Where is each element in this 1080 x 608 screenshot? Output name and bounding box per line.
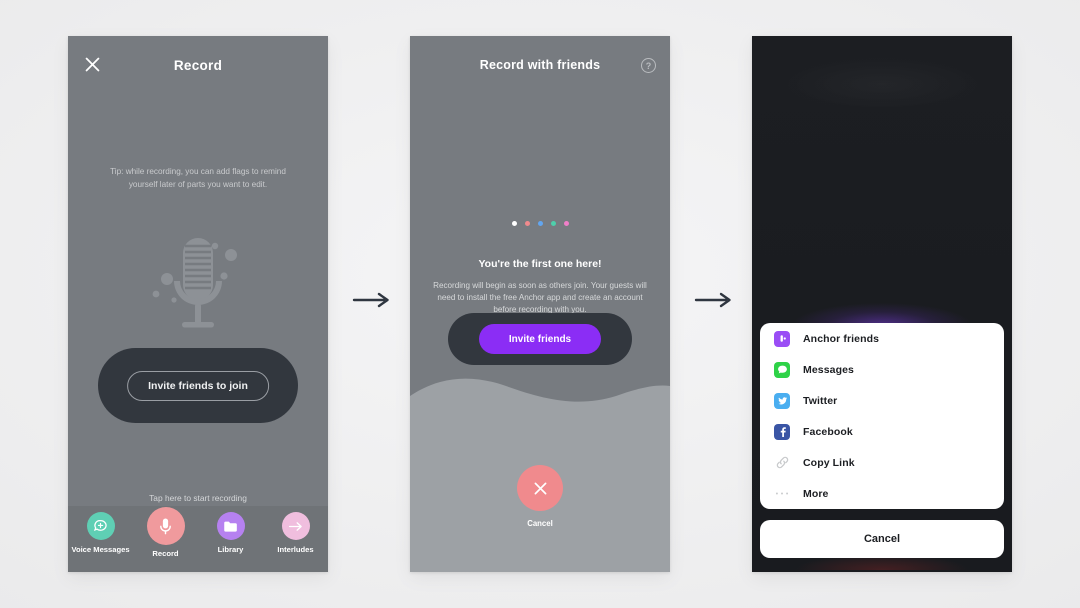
start-recording-hint: Tap here to start recording: [149, 493, 247, 503]
microphone-icon: [146, 507, 185, 545]
share-item-label: Messages: [803, 363, 854, 376]
participant-dot: [524, 221, 530, 226]
tab-record[interactable]: Record: [133, 507, 198, 558]
participant-dot: [511, 221, 517, 226]
participant-dots: [410, 221, 670, 226]
help-icon-label: ?: [645, 60, 652, 71]
invite-card: Invite friends: [448, 313, 632, 365]
share-item-messages[interactable]: Messages: [760, 354, 1004, 385]
tab-interludes[interactable]: Interludes: [263, 512, 328, 554]
share-sheet: Anchor friends Messages Twitter Facebook…: [760, 323, 1004, 509]
share-item-label: Copy Link: [803, 456, 855, 469]
participant-dot: [563, 221, 569, 226]
messages-icon: [774, 361, 790, 378]
screenshot-stage: Record Tip: while recording, you can add…: [0, 0, 1080, 608]
tab-label: Interludes: [277, 545, 314, 554]
bottom-tabbar: Voice Messages Record Library Interludes: [68, 506, 328, 572]
tab-label: Library: [217, 545, 244, 554]
share-item-label: More: [803, 487, 829, 500]
link-icon: [774, 455, 790, 471]
share-item-label: Facebook: [803, 425, 853, 438]
folder-icon: [216, 512, 245, 540]
phone-mockup-share-sheet: Anchor friends Messages Twitter Facebook…: [752, 36, 1012, 572]
invite-friends-button[interactable]: Invite friends: [479, 324, 601, 354]
cancel-recording-control[interactable]: Cancel: [517, 465, 563, 528]
first-one-here-body: Recording will begin as soon as others j…: [433, 281, 647, 315]
twitter-icon: [774, 392, 790, 409]
page-title: Record with friends: [479, 58, 601, 72]
facebook-icon: [774, 423, 790, 440]
share-item-anchor-friends[interactable]: Anchor friends: [760, 323, 1004, 354]
participant-dot: [550, 221, 556, 226]
invite-card: Invite friends to join: [98, 348, 298, 423]
tab-label: Record: [152, 549, 179, 558]
share-item-more[interactable]: More: [760, 478, 1004, 509]
share-item-facebook[interactable]: Facebook: [760, 416, 1004, 447]
share-item-label: Anchor friends: [803, 332, 880, 345]
share-item-label: Twitter: [803, 394, 838, 407]
flow-arrow-icon: [352, 289, 394, 311]
flow-arrow-icon: [694, 289, 736, 311]
share-item-copy-link[interactable]: Copy Link: [760, 447, 1004, 478]
tab-library[interactable]: Library: [198, 512, 263, 554]
arrow-right-icon: [281, 512, 310, 540]
phone-mockup-record-with-friends: Record with friends ? You're the first o…: [410, 36, 670, 572]
microphone-illustration: [68, 232, 328, 342]
share-item-twitter[interactable]: Twitter: [760, 385, 1004, 416]
tab-label: Voice Messages: [71, 545, 130, 554]
help-circle-icon[interactable]: ?: [641, 58, 656, 73]
phone-mockup-record: Record Tip: while recording, you can add…: [68, 36, 328, 572]
first-one-here-heading: You're the first one here!: [478, 258, 602, 270]
speech-bubble-plus-icon: [86, 512, 115, 540]
cancel-button[interactable]: Cancel: [760, 520, 1004, 558]
close-icon[interactable]: [517, 465, 563, 511]
anchor-app-icon: [774, 330, 790, 347]
tab-voice-messages[interactable]: Voice Messages: [68, 512, 133, 554]
cancel-label: Cancel: [527, 519, 553, 528]
recording-tip-text: Tip: while recording, you can add flags …: [110, 167, 286, 189]
record-topbar: Record: [68, 36, 328, 94]
page-title: Record: [173, 58, 223, 73]
participant-dot: [537, 221, 543, 226]
invite-friends-to-join-button[interactable]: Invite friends to join: [127, 370, 269, 401]
ellipsis-icon: [774, 486, 790, 502]
